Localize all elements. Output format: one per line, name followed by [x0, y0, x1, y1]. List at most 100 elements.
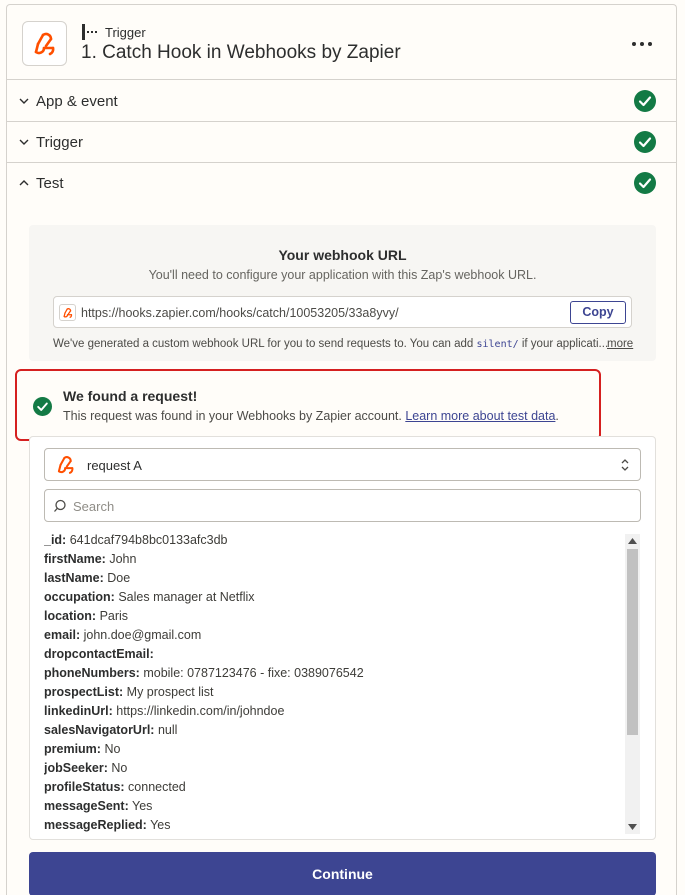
trigger-icon	[82, 24, 97, 40]
field-row: location: Paris	[44, 607, 629, 626]
field-row: email: john.doe@gmail.com	[44, 626, 629, 645]
scroll-up-icon[interactable]	[628, 538, 637, 544]
found-title: We found a request!	[63, 388, 198, 404]
continue-button[interactable]: Continue	[29, 852, 656, 895]
field-row: phoneNumbers: mobile: 0787123476 - fixe:…	[44, 664, 629, 683]
webhook-url-card: Your webhook URL You'll need to configur…	[29, 225, 656, 361]
webhooks-app-logo	[22, 21, 67, 66]
field-value: My prospect list	[126, 685, 214, 699]
field-value: Yes	[132, 799, 153, 813]
webhook-icon	[57, 456, 74, 474]
field-value: mobile: 0787123476 - fixe: 0389076542	[143, 666, 364, 680]
more-dot-icon	[632, 42, 636, 46]
section-label: Test	[36, 175, 64, 192]
step-kind: Trigger	[81, 24, 146, 40]
field-row: messageSent: Yes	[44, 797, 629, 816]
field-key: messageReplied:	[44, 818, 147, 832]
section-app-event[interactable]: App & event	[7, 81, 676, 122]
webhook-url-note: We've generated a custom webhook URL for…	[53, 338, 608, 350]
search-field[interactable]	[44, 489, 641, 522]
field-row: jobSeeker: No	[44, 759, 629, 778]
chevron-up-icon	[19, 180, 29, 186]
field-row: occupation: Sales manager at Netflix	[44, 588, 629, 607]
field-value: https://linkedin.com/in/johndoe	[116, 704, 285, 718]
webhook-url-value[interactable]: https://hooks.zapier.com/hooks/catch/100…	[81, 306, 399, 320]
field-value: connected	[128, 780, 186, 794]
field-key: premium:	[44, 742, 101, 756]
step-header: Trigger 1. Catch Hook in Webhooks by Zap…	[7, 5, 676, 80]
field-key: _id:	[44, 533, 67, 547]
found-text-end: .	[555, 409, 559, 423]
check-circle-icon	[634, 172, 656, 194]
field-key: email:	[44, 628, 81, 642]
more-dot-icon	[640, 42, 644, 46]
chevron-down-icon	[19, 98, 29, 104]
webhook-url-field[interactable]: https://hooks.zapier.com/hooks/catch/100…	[53, 296, 632, 328]
learn-more-test-data-link[interactable]: Learn more about test data	[405, 409, 555, 423]
field-row: prospectList: My prospect list	[44, 683, 629, 702]
webhook-url-subtitle: You'll need to configure your applicatio…	[148, 268, 537, 282]
field-key: firstName:	[44, 552, 106, 566]
field-row: profileStatus: connected	[44, 778, 629, 797]
field-value: 641dcaf794b8bc0133afc3db	[69, 533, 228, 547]
field-row: lastName: Doe	[44, 569, 629, 588]
field-value: null	[157, 723, 178, 737]
field-row: dropcontactEmail:	[44, 645, 629, 664]
field-key: occupation:	[44, 590, 115, 604]
field-value: No	[111, 761, 128, 775]
field-key: jobSeeker:	[44, 761, 108, 775]
request-fields-list: _id: 641dcaf794b8bc0133afc3db firstName: …	[44, 531, 629, 837]
step-kind-label: Trigger	[105, 24, 146, 40]
field-key: messageSent:	[44, 799, 129, 813]
search-input[interactable]	[73, 496, 628, 516]
field-key: salesNavigatorUrl:	[44, 723, 155, 737]
field-row: messageReplied: Yes	[44, 816, 629, 835]
section-label: App & event	[36, 93, 118, 110]
chevron-down-icon	[19, 139, 29, 145]
field-row: linkedinUrl: https://linkedin.com/in/joh…	[44, 702, 629, 721]
section-trigger[interactable]: Trigger	[7, 122, 676, 163]
found-text-body: This request was found in your Webhooks …	[63, 409, 406, 423]
note-code: silent/	[476, 339, 519, 350]
found-text: This request was found in your Webhooks …	[63, 409, 559, 423]
scroll-down-icon[interactable]	[628, 824, 637, 830]
field-value: john.doe@gmail.com	[83, 628, 202, 642]
field-value: No	[104, 742, 121, 756]
scrollbar-thumb[interactable]	[627, 549, 638, 735]
more-options-button[interactable]	[628, 39, 656, 49]
field-key: phoneNumbers:	[44, 666, 140, 680]
field-value: Sales manager at Netflix	[118, 590, 255, 604]
search-icon	[54, 499, 66, 512]
request-found-banner: We found a request! This request was fou…	[15, 369, 601, 441]
note-text-end: if your applicati...	[518, 338, 609, 350]
section-label: Trigger	[36, 134, 83, 151]
field-key: prospectList:	[44, 685, 124, 699]
webhook-url-title: Your webhook URL	[278, 247, 407, 263]
check-circle-icon	[634, 131, 656, 153]
check-circle-icon	[634, 90, 656, 112]
field-value: Paris	[99, 609, 129, 623]
fields-scrollbar[interactable]	[625, 534, 640, 834]
section-test[interactable]: Test	[7, 163, 676, 204]
more-dot-icon	[648, 42, 652, 46]
field-row: premium: No	[44, 740, 629, 759]
check-circle-icon	[33, 397, 52, 416]
field-row: _id: 641dcaf794b8bc0133afc3db	[44, 531, 629, 550]
field-key: location:	[44, 609, 97, 623]
field-key: dropcontactEmail:	[44, 647, 154, 661]
request-select[interactable]: request A	[44, 448, 641, 481]
field-row: salesNavigatorUrl: null	[44, 721, 629, 740]
copy-url-button[interactable]: Copy	[570, 301, 626, 324]
step-title: 1. Catch Hook in Webhooks by Zapier	[81, 42, 401, 63]
field-value: Yes	[150, 818, 171, 832]
field-row: firstName: John	[44, 550, 629, 569]
request-select-value: request A	[87, 458, 142, 473]
note-text: We've generated a custom webhook URL for…	[53, 338, 477, 350]
more-link[interactable]: more	[607, 338, 633, 350]
field-key: lastName:	[44, 571, 104, 585]
field-value: Doe	[107, 571, 131, 585]
field-key: linkedinUrl:	[44, 704, 113, 718]
webhook-icon	[59, 304, 76, 321]
webhook-icon	[34, 32, 54, 55]
zap-step-panel: Trigger 1. Catch Hook in Webhooks by Zap…	[6, 4, 677, 895]
